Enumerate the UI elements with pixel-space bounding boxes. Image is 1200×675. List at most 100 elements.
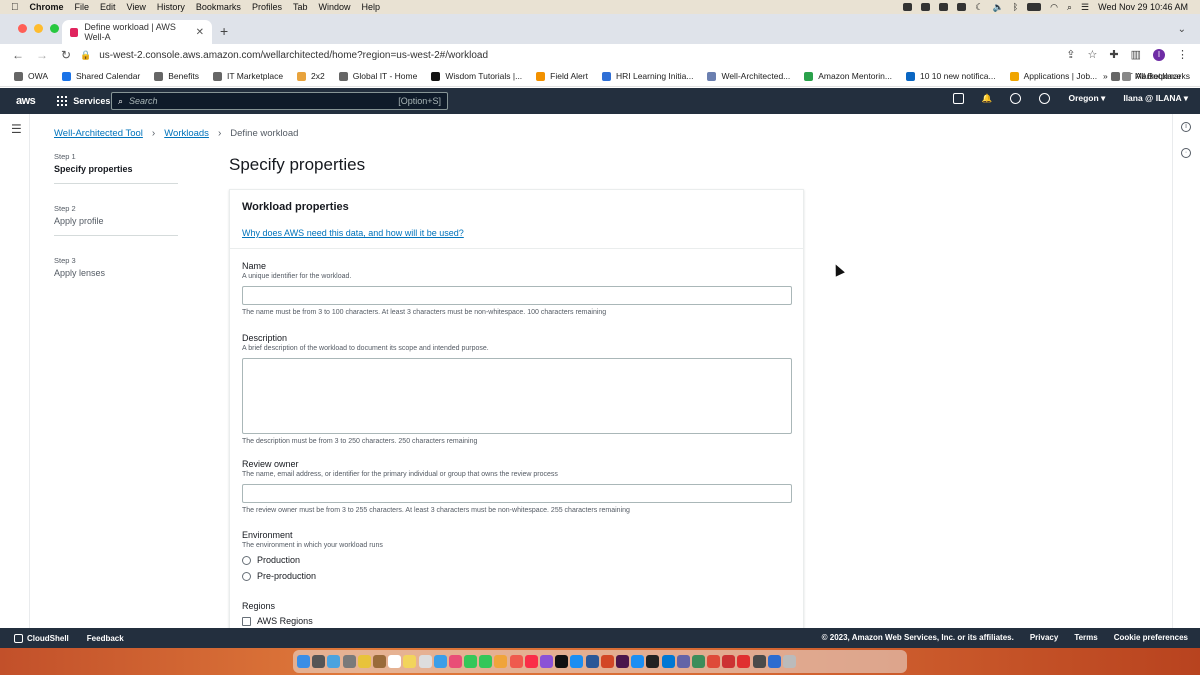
chrome-icon[interactable] — [707, 655, 721, 668]
info-link[interactable]: Why does AWS need this data, and how wil… — [242, 228, 464, 238]
status-icon[interactable] — [921, 3, 931, 11]
bookmark-item[interactable]: OWA — [14, 71, 48, 81]
step-2[interactable]: Step 2 Apply profile — [54, 204, 180, 246]
outlook-icon[interactable] — [661, 655, 675, 668]
region-selector[interactable]: Oregon ▾ — [1068, 93, 1105, 104]
terms-link[interactable]: Terms — [1074, 633, 1097, 642]
bookmarks-overflow-icon[interactable]: » — [1103, 71, 1108, 81]
bookmark-item[interactable]: Benefits — [154, 71, 199, 81]
menu-window[interactable]: Window — [318, 2, 350, 12]
bell-icon[interactable]: 🔔 — [982, 93, 993, 104]
privacy-link[interactable]: Privacy — [1030, 633, 1058, 642]
bookmark-item[interactable]: Shared Calendar — [62, 71, 140, 81]
url-field[interactable]: 🔒 us-west-2.console.aws.amazon.com/wella… — [74, 46, 1114, 64]
menu-tab[interactable]: Tab — [293, 2, 308, 12]
moon-icon[interactable]: ☾ — [975, 2, 983, 13]
status-icon[interactable] — [939, 3, 949, 11]
app-icon[interactable] — [372, 655, 386, 668]
menu-view[interactable]: View — [127, 2, 146, 12]
extensions-icon[interactable]: ✚ — [1109, 48, 1118, 61]
wifi-icon[interactable]: ◠ — [1050, 2, 1058, 13]
bookmark-item[interactable]: Wisdom Tutorials |... — [431, 71, 522, 81]
lock-icon[interactable]: 🔒 — [80, 50, 91, 61]
cloudshell-button[interactable]: CloudShell — [14, 633, 69, 643]
info-icon[interactable]: i — [1181, 122, 1191, 132]
radio-circle[interactable] — [242, 555, 251, 565]
facetime-icon[interactable] — [479, 655, 493, 668]
stickies-icon[interactable] — [403, 655, 417, 668]
reminders-icon[interactable] — [418, 655, 432, 668]
menu-app-name[interactable]: Chrome — [30, 2, 64, 12]
checkbox-aws-regions[interactable]: AWS Regions — [242, 616, 313, 626]
clock[interactable]: Wed Nov 29 10:46 AM — [1098, 2, 1188, 12]
notes-icon[interactable] — [357, 655, 371, 668]
app-icon[interactable] — [342, 655, 356, 668]
radio-circle[interactable] — [242, 571, 251, 581]
photos-icon[interactable] — [448, 655, 462, 668]
volume-icon[interactable]: 🔈 — [993, 2, 1004, 13]
launchpad-icon[interactable] — [312, 655, 326, 668]
step-1[interactable]: Step 1 Specify properties — [54, 152, 180, 194]
browser-tab[interactable]: Define workload | AWS Well-A ✕ — [62, 20, 212, 44]
back-icon[interactable]: ← — [12, 48, 24, 62]
radio-production[interactable]: Production — [242, 555, 383, 565]
app-icon[interactable] — [737, 655, 751, 668]
search-input[interactable]: ⌕ Search [Option+S] — [111, 92, 448, 110]
all-bookmarks-button[interactable]: All Bookmarks — [1121, 71, 1190, 81]
feedback-button[interactable]: Feedback — [87, 634, 124, 643]
menu-file[interactable]: File — [75, 2, 90, 12]
bookmark-item[interactable]: Amazon Mentorin... — [804, 71, 892, 81]
bookmark-item[interactable]: Well-Architected... — [707, 71, 790, 81]
app-icon[interactable] — [722, 655, 736, 668]
radio-pre-production[interactable]: Pre-production — [242, 571, 383, 581]
app-icon[interactable] — [691, 655, 705, 668]
checkbox-box[interactable] — [242, 616, 251, 626]
control-center-icon[interactable]: ☰ — [1081, 2, 1089, 13]
close-window-button[interactable] — [18, 24, 27, 33]
forward-icon[interactable]: → — [36, 48, 48, 62]
teams-icon[interactable] — [676, 655, 690, 668]
bookmark-item[interactable]: Field Alert — [536, 71, 588, 81]
new-tab-icon[interactable]: + — [220, 23, 228, 39]
tab-search-icon[interactable]: ⌄ — [1178, 24, 1186, 35]
menu-history[interactable]: History — [157, 2, 185, 12]
share-icon[interactable]: ⇪ — [1066, 48, 1075, 61]
hamburger-menu-icon[interactable]: ☰ — [11, 122, 22, 136]
podcasts-icon[interactable] — [540, 655, 553, 668]
finder-icon[interactable] — [297, 655, 310, 668]
cookie-preferences-link[interactable]: Cookie preferences — [1114, 633, 1188, 642]
breadcrumb-well-architected-tool[interactable]: Well-Architected Tool — [54, 128, 143, 139]
battery-icon[interactable] — [1027, 3, 1042, 11]
step-3[interactable]: Step 3 Apply lenses — [54, 256, 180, 288]
bookmark-star-icon[interactable]: ☆ — [1088, 48, 1098, 61]
apple-icon[interactable]:  — [11, 2, 19, 13]
tab-close-icon[interactable]: ✕ — [196, 27, 204, 38]
tv-icon[interactable] — [555, 655, 569, 668]
services-menu-button[interactable]: Services — [57, 96, 110, 106]
maps-icon[interactable] — [433, 655, 447, 668]
app-icon[interactable] — [767, 655, 781, 668]
status-icon[interactable] — [957, 3, 967, 11]
bookmark-item[interactable]: 10 10 new notifica... — [905, 71, 996, 81]
menu-edit[interactable]: Edit — [100, 2, 116, 12]
amazon-icon[interactable] — [646, 655, 660, 668]
breadcrumb-workloads[interactable]: Workloads — [164, 128, 209, 139]
settings-gear-icon[interactable] — [1039, 93, 1051, 104]
bookmark-item[interactable]: Applications | Job... — [1009, 71, 1097, 81]
more-menu-icon[interactable]: ⋮ — [1177, 48, 1188, 61]
spotlight-icon[interactable]: ⌕ — [1067, 2, 1072, 13]
maximize-window-button[interactable] — [50, 24, 59, 33]
word-icon[interactable] — [585, 655, 599, 668]
review-owner-input[interactable] — [242, 484, 792, 503]
bookmark-item[interactable]: IT Marketplace — [212, 71, 283, 81]
minimize-window-button[interactable] — [34, 24, 43, 33]
reload-icon[interactable]: ↻ — [60, 48, 72, 62]
slack-icon[interactable] — [615, 655, 629, 668]
account-menu[interactable]: Ilana @ ILANA ▾ — [1123, 93, 1188, 104]
clock-icon[interactable]: · — [1181, 148, 1191, 158]
aws-logo[interactable]: aws — [16, 95, 36, 107]
side-panel-icon[interactable]: ▥ — [1131, 48, 1141, 61]
menu-profiles[interactable]: Profiles — [252, 2, 282, 12]
powerpoint-icon[interactable] — [600, 655, 614, 668]
status-icon[interactable] — [903, 3, 913, 11]
